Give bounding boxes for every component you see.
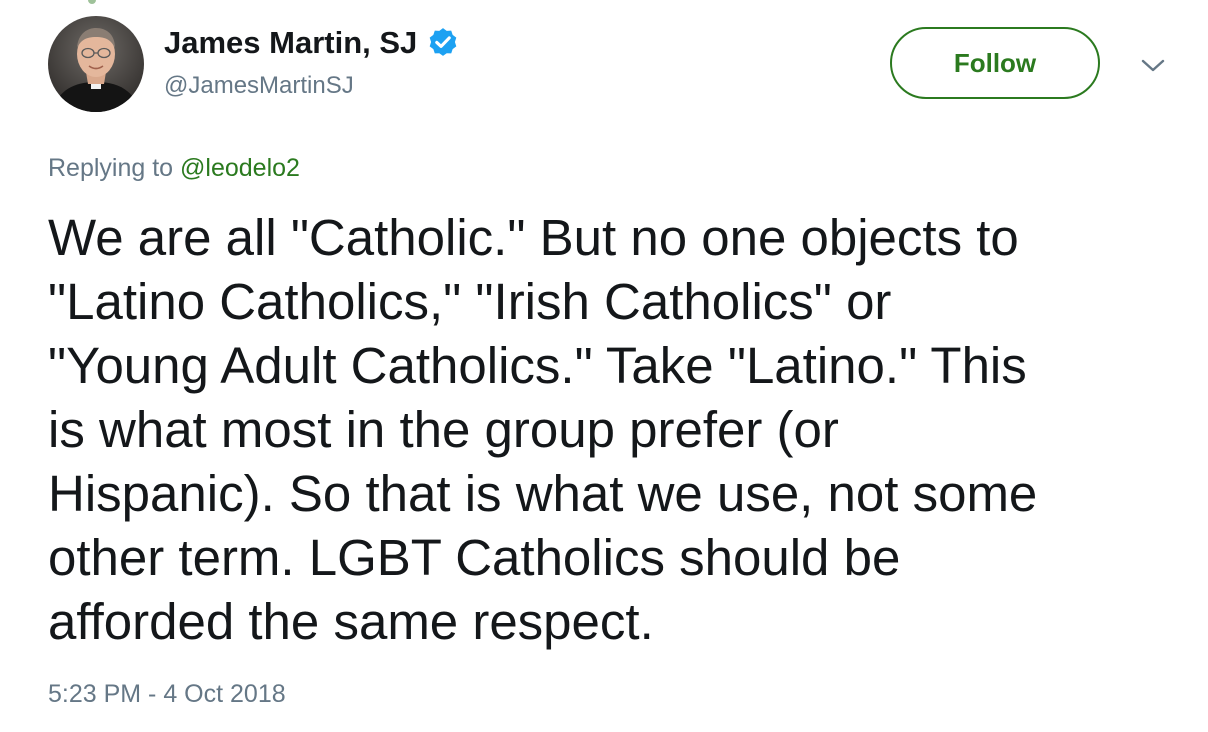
tweet-text-line: Hispanic). So that is what we use, not s… [48,465,1038,522]
tweet-text-line: afforded the same respect. [48,593,654,650]
profile-photo [48,16,144,112]
author-display-name[interactable]: James Martin, SJ [164,25,417,61]
verified-badge-icon [429,28,457,56]
tweet-text-line: other term. LGBT Catholics should be [48,529,901,586]
replying-to: Replying to @leodelo2 [48,154,300,183]
tweet-text-line: is what most in the group prefer (or [48,401,839,458]
tweet-text-line: "Young Adult Catholics." Take "Latino." … [48,337,1027,394]
chevron-down-icon[interactable] [1139,56,1167,76]
avatar[interactable] [48,16,144,112]
tweet-card: James Martin, SJ @JamesMartinSJ Follow R… [0,0,1208,732]
reply-mention-link[interactable]: @leodelo2 [180,154,300,182]
author-handle[interactable]: @JamesMartinSJ [164,72,354,100]
tweet-timestamp[interactable]: 5:23 PM - 4 Oct 2018 [48,680,286,709]
tweet-text: We are all "Catholic." But no one object… [48,206,1178,654]
replying-prefix: Replying to [48,154,181,182]
tweet-text-line: We are all "Catholic." But no one object… [48,209,1019,266]
thread-connector [88,0,96,4]
author-name-row[interactable]: James Martin, SJ [164,23,460,63]
tweet-text-line: "Latino Catholics," "Irish Catholics" or [48,273,892,330]
follow-button[interactable]: Follow [890,27,1100,99]
